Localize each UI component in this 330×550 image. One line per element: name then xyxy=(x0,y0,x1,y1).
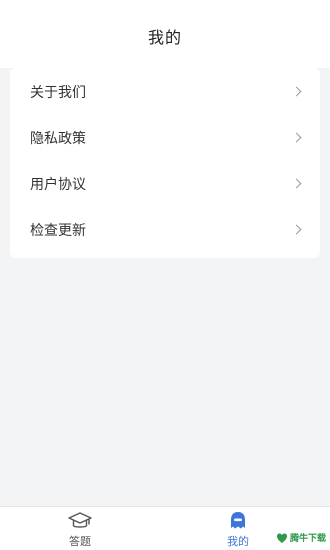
menu-item-label: 关于我们 xyxy=(30,85,86,101)
menu-item-privacy-policy[interactable]: 隐私政策 xyxy=(10,115,320,161)
watermark-text: 腾牛下载 xyxy=(289,534,326,544)
watermark-logo-icon xyxy=(276,533,287,543)
page-title: 我的 xyxy=(147,28,182,47)
menu-item-label: 检查更新 xyxy=(30,223,86,239)
watermark: 腾牛下载 xyxy=(276,531,326,544)
menu-item-label: 用户协议 xyxy=(30,177,86,193)
profile-icon xyxy=(231,512,245,529)
settings-menu: 关于我们 隐私政策 用户协议 检查更新 xyxy=(10,68,320,258)
menu-item-label: 隐私政策 xyxy=(30,131,86,147)
chevron-right-icon xyxy=(291,132,302,143)
tab-label: 我的 xyxy=(227,535,249,548)
menu-item-user-agreement[interactable]: 用户协议 xyxy=(10,161,320,207)
tab-answer[interactable]: 答题 xyxy=(50,510,110,550)
menu-item-check-update[interactable]: 检查更新 xyxy=(10,207,320,253)
chevron-right-icon xyxy=(291,86,302,97)
header: 我的 xyxy=(0,0,330,68)
tab-mine[interactable]: 我的 xyxy=(208,510,268,550)
tab-label: 答题 xyxy=(69,535,91,548)
chevron-right-icon xyxy=(291,178,302,189)
graduation-cap-icon xyxy=(68,512,92,528)
chevron-right-icon xyxy=(291,224,302,235)
menu-item-about-us[interactable]: 关于我们 xyxy=(10,69,320,115)
